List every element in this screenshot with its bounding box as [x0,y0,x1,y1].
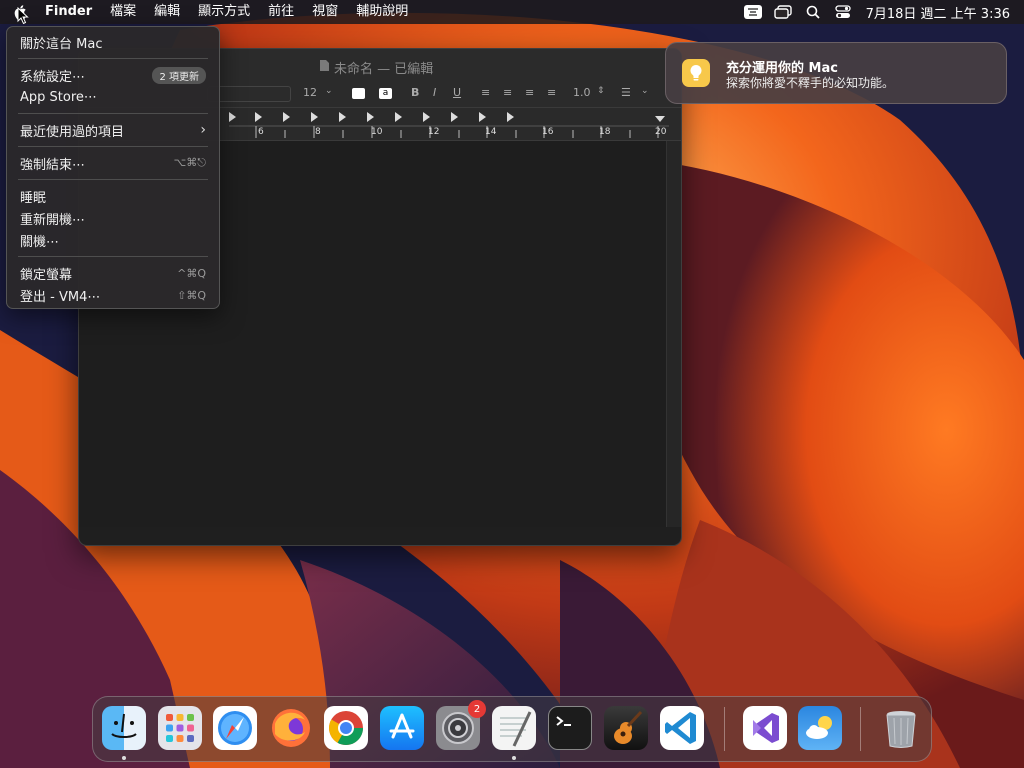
apple-menu-dropdown: 關於這台 Mac 系統設定⋯ 2 項更新 App Store⋯ 最近使用過的項目… [6,26,220,309]
keyboard-shortcut: ⇧⌘Q [177,288,206,302]
dock-textedit-icon[interactable] [492,706,536,750]
menu-bar: Finder 檔案 編輯 顯示方式 前往 視窗 輔助說明 7月18日 週二 上午… [0,0,1024,24]
dock-trash-icon[interactable] [879,706,923,750]
dock-terminal-icon[interactable] [548,706,592,750]
menu-view[interactable]: 顯示方式 [189,0,259,24]
notification-banner[interactable]: 充分運用你的 Mac 探索你將愛不釋手的必知功能。 [665,42,1007,104]
stepper-icon[interactable]: ⇕ [597,86,605,96]
dock-finder-icon[interactable] [102,706,146,750]
menu-file[interactable]: 檔案 [101,0,145,24]
ruler-number: 20 [655,127,667,137]
dock-app-store-icon[interactable] [380,706,424,750]
menu-item-restart[interactable]: 重新開機⋯ [7,207,219,229]
chevron-down-icon[interactable]: ⌄ [325,86,333,96]
ruler-number: 10 [371,127,383,137]
notification-badge: 2 [468,700,486,718]
highlight-color-icon[interactable]: a [379,88,392,99]
menu-bar-clock[interactable]: 7月18日 週二 上午 3:36 [858,3,1024,22]
menu-item-lock-screen[interactable]: 鎖定螢幕 ^⌘Q [7,262,219,284]
input-method-icon[interactable] [738,0,768,24]
window-title-text: 未命名 — 已編輯 [334,62,434,77]
menu-separator [18,113,208,114]
align-left-icon[interactable]: ≡ [481,86,490,99]
menu-edit[interactable]: 編輯 [145,0,189,24]
menu-item-label: 鎖定螢幕 [20,267,73,283]
menu-item-label: 關於這台 Mac [20,36,103,52]
dock-launchpad-icon[interactable] [158,706,202,750]
ruler-number: 18 [599,127,611,137]
notification-body: 探索你將愛不釋手的必知功能。 [726,76,895,90]
document-icon [319,59,330,76]
menu-help[interactable]: 輔助說明 [347,0,417,24]
menu-item-label: 登出 - VM4⋯ [20,289,101,305]
menu-separator [18,146,208,147]
keyboard-shortcut: ^⌘Q [177,266,206,280]
menu-separator [18,58,208,59]
dock-safari-icon[interactable] [213,706,257,750]
menu-item-label: 強制結束⋯ [20,157,86,173]
spotlight-search-icon[interactable] [798,0,828,24]
text-color-swatch[interactable] [352,88,365,99]
menu-item-sleep[interactable]: 睡眠 [7,185,219,207]
dock-visual-studio-icon[interactable] [743,706,787,750]
ruler-number: 6 [258,127,264,137]
running-indicator [122,756,126,760]
menu-item-label: 關機⋯ [20,234,60,250]
keyboard-shortcut: ⌥⌘⎋ [173,156,206,169]
menu-item-app-store[interactable]: App Store⋯ [7,86,219,108]
running-indicator [512,756,516,760]
dock: 2 [92,696,932,762]
menu-item-shut-down[interactable]: 關機⋯ [7,229,219,251]
tips-lightbulb-icon [682,59,710,87]
menu-window[interactable]: 視窗 [303,0,347,24]
menu-item-log-out[interactable]: 登出 - VM4⋯ ⇧⌘Q [7,284,219,306]
menu-item-label: 系統設定⋯ [20,69,86,85]
dock-separator [860,707,861,751]
dock-separator [724,707,725,751]
menu-item-label: 最近使用過的項目 [20,124,125,140]
menu-item-recent-items[interactable]: 最近使用過的項目 › [7,119,219,141]
menu-separator [18,256,208,257]
font-size-value[interactable]: 12 [303,86,317,99]
ruler-number: 12 [428,127,440,137]
menu-separator [18,179,208,180]
window-title: 未命名 — 已編輯 [319,58,433,77]
vertical-scrollbar[interactable] [666,141,681,527]
menu-item-about-this-mac[interactable]: 關於這台 Mac [7,31,219,53]
dock-garageband-icon[interactable] [604,706,648,750]
ruler-number: 8 [315,127,321,137]
dock-chrome-icon[interactable] [324,706,368,750]
bold-icon[interactable]: B [411,86,419,99]
ruler-number: 14 [485,127,497,137]
updates-badge: 2 項更新 [152,66,206,84]
chevron-down-icon[interactable]: ⌄ [641,86,649,96]
menu-go[interactable]: 前往 [259,0,303,24]
menu-item-label: App Store⋯ [20,89,97,105]
dock-system-settings-icon[interactable]: 2 [436,700,486,750]
ruler-number: 16 [542,127,554,137]
chevron-right-icon: › [200,122,206,138]
mouse-cursor-icon [17,7,29,25]
line-spacing-value[interactable]: 1.0 [573,86,591,99]
control-center-icon[interactable] [828,0,858,24]
menu-item-label: 重新開機⋯ [20,212,86,228]
dock-vscode-icon[interactable] [660,706,704,750]
dock-firefox-icon[interactable] [269,706,313,750]
menu-item-label: 睡眠 [20,190,47,206]
menu-item-force-quit[interactable]: 強制結束⋯ ⌥⌘⎋ [7,152,219,174]
menu-item-system-settings[interactable]: 系統設定⋯ 2 項更新 [7,64,219,86]
dock-weather-icon[interactable] [798,706,842,750]
align-justify-icon[interactable]: ≡ [547,86,556,99]
list-bullets-icon[interactable]: ☰ [621,86,631,99]
italic-icon[interactable]: I [433,86,436,99]
menu-app-name[interactable]: Finder [36,0,101,24]
align-right-icon[interactable]: ≡ [525,86,534,99]
align-center-icon[interactable]: ≡ [503,86,512,99]
underline-icon[interactable]: U [453,86,461,99]
screen-mirroring-icon[interactable] [768,0,798,24]
